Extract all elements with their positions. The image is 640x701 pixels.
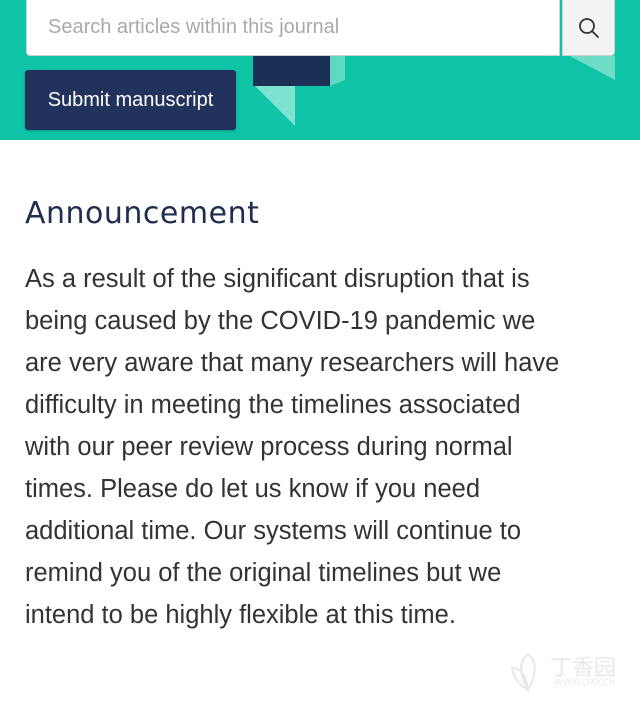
announcement-text: As a result of the significant disruptio… bbox=[25, 265, 560, 629]
search-icon bbox=[578, 17, 599, 38]
watermark-logo-icon bbox=[510, 652, 536, 693]
journal-banner: Submit manuscript bbox=[0, 0, 640, 140]
search-button[interactable] bbox=[562, 0, 615, 56]
announcement-section: Announcement As a result of the signific… bbox=[0, 140, 640, 701]
search-input[interactable] bbox=[48, 7, 559, 48]
watermark: 丁香园 WWW.DXY.CN bbox=[508, 650, 632, 694]
submit-manuscript-button[interactable]: Submit manuscript bbox=[25, 70, 236, 130]
announcement-heading: Announcement bbox=[25, 196, 260, 231]
search-box bbox=[26, 0, 560, 56]
watermark-subtext: WWW.DXY.CN bbox=[554, 678, 616, 688]
